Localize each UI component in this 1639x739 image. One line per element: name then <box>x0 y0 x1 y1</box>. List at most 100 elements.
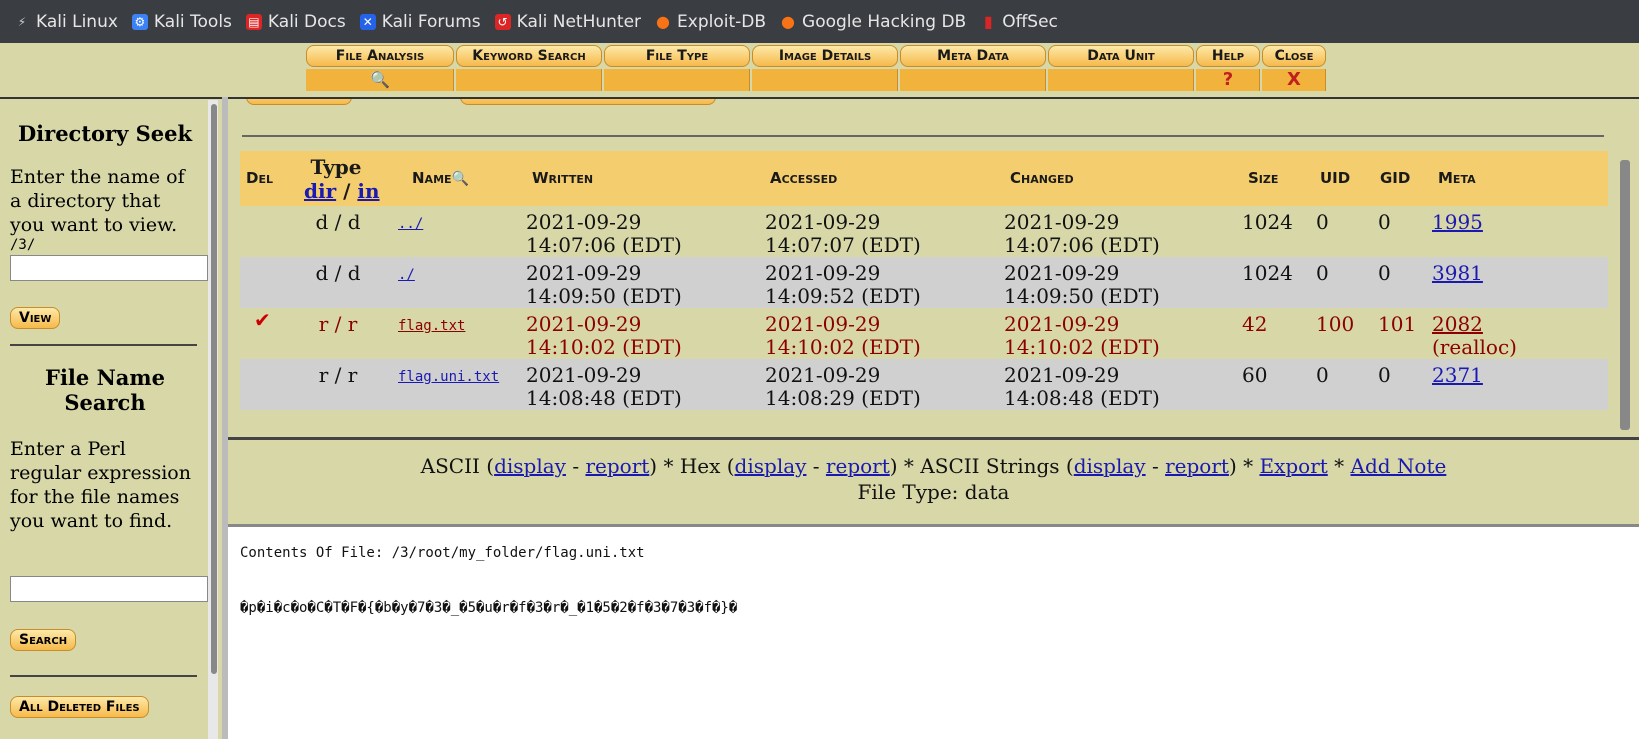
header-gid[interactable]: GID <box>1380 169 1410 187</box>
written-time: 14:07:06 (EDT) <box>526 233 682 257</box>
gid-cell: 101 <box>1378 312 1417 336</box>
bookmark-kali-nethunter[interactable]: ↺ Kali NetHunter <box>494 12 641 32</box>
file-name-search-input[interactable] <box>10 576 208 602</box>
tab-file-type[interactable]: File Type <box>604 45 750 91</box>
tab-data-unit[interactable]: Data Unit <box>1048 45 1194 91</box>
offsec-icon: ▮ <box>983 11 993 31</box>
separator: - <box>565 454 586 478</box>
written-time: 14:10:02 (EDT) <box>526 335 682 359</box>
hex-label: Hex ( <box>679 454 735 478</box>
tab-keyword-search[interactable]: Keyword Search <box>456 45 602 91</box>
sort-in-link[interactable]: in <box>357 179 379 203</box>
divider <box>10 344 197 346</box>
accessed-date: 2021-09-29 <box>765 261 881 285</box>
close-icon: X <box>1287 69 1301 90</box>
search-button[interactable]: Search <box>10 629 77 651</box>
separator: - <box>1145 454 1166 478</box>
all-deleted-files-button[interactable]: All Deleted Files <box>10 696 149 718</box>
ascii-strings-label: ASCII Strings ( <box>920 454 1074 478</box>
directory-input[interactable] <box>10 255 208 281</box>
tab-label: Help <box>1196 45 1260 67</box>
tab-label: File Type <box>604 45 750 67</box>
file-name-link[interactable]: ../ <box>398 212 423 236</box>
type-separator: / <box>343 179 351 203</box>
bookmark-kali-tools[interactable]: ⚙ Kali Tools <box>131 12 232 32</box>
changed-date: 2021-09-29 <box>1004 363 1120 387</box>
meta-link[interactable]: 2082 <box>1432 312 1483 336</box>
header-meta[interactable]: Meta <box>1438 169 1476 187</box>
header-name[interactable]: Name🔍 <box>412 169 469 187</box>
type-cell: d / d <box>315 261 361 285</box>
type-cell: d / d <box>315 210 361 234</box>
tab-image-details[interactable]: Image Details <box>752 45 898 91</box>
sort-dir-link[interactable]: dir <box>304 179 336 203</box>
deleted-checkmark-icon: ✔ <box>254 308 271 332</box>
hex-report-link[interactable]: report <box>826 454 890 478</box>
file-name-link[interactable]: flag.uni.txt <box>398 365 499 389</box>
divider <box>10 675 197 677</box>
add-note-button[interactable] <box>246 99 352 105</box>
tab-label: File Analysis <box>306 45 454 67</box>
meta-link[interactable]: 3981 <box>1432 261 1483 285</box>
sidebar-scrollbar-thumb[interactable] <box>211 104 217 674</box>
exploit-db-icon: ● <box>656 11 670 31</box>
header-written[interactable]: Written <box>532 169 593 187</box>
bookmark-label: Kali Linux <box>36 11 118 32</box>
size-cell: 1024 <box>1242 261 1293 285</box>
strings-report-link[interactable]: report <box>1165 454 1229 478</box>
changed-date: 2021-09-29 <box>1004 312 1120 336</box>
export-link[interactable]: Export <box>1259 454 1327 478</box>
tab-meta-data[interactable]: Meta Data <box>900 45 1046 91</box>
file-name-search-text: Enter a Perl regular expression for the … <box>10 438 191 532</box>
tab-close[interactable]: Close X <box>1262 45 1326 91</box>
type-cell: r / r <box>318 312 358 336</box>
bookmark-kali-forums[interactable]: ✕ Kali Forums <box>359 12 481 32</box>
meta-link[interactable]: 1995 <box>1432 210 1483 234</box>
bookmark-kali-linux[interactable]: ⚡ Kali Linux <box>14 12 118 32</box>
bookmark-offsec[interactable]: ▮ OffSec <box>980 12 1058 32</box>
bookmarks-bar: ⚡ Kali Linux ⚙ Kali Tools ▤ Kali Docs ✕ Kali… <box>0 0 1639 43</box>
add-note-link[interactable]: Add Note <box>1351 454 1447 478</box>
accessed-time: 14:07:07 (EDT) <box>765 233 921 257</box>
file-name-link[interactable]: ./ <box>398 263 415 287</box>
header-size[interactable]: Size <box>1248 169 1278 187</box>
written-time: 14:09:50 (EDT) <box>526 284 682 308</box>
gid-cell: 0 <box>1378 261 1391 285</box>
accessed-date: 2021-09-29 <box>765 363 881 387</box>
header-name-label: Name <box>412 169 452 187</box>
file-name-link[interactable]: flag.txt <box>398 314 465 338</box>
file-type-label: File Type: data <box>857 480 1010 504</box>
generate-md5-button[interactable] <box>460 99 716 105</box>
ascii-report-link[interactable]: report <box>585 454 649 478</box>
file-list-scrollbar-thumb[interactable] <box>1620 160 1630 430</box>
tab-file-analysis[interactable]: File Analysis 🔍 <box>306 45 454 91</box>
written-time: 14:08:48 (EDT) <box>526 386 682 410</box>
separator: ) * <box>889 454 921 478</box>
meta-note: (realloc) <box>1432 335 1517 359</box>
bookmark-exploit-db[interactable]: ● Exploit-DB <box>655 12 766 32</box>
strings-display-link[interactable]: display <box>1074 454 1146 478</box>
uid-cell: 100 <box>1316 312 1355 336</box>
view-button[interactable]: View <box>10 307 61 329</box>
ghdb-icon: ● <box>781 11 795 31</box>
kali-docs-icon: ▤ <box>245 13 262 30</box>
uid-cell: 0 <box>1316 210 1329 234</box>
header-changed[interactable]: Changed <box>1010 169 1074 187</box>
tab-label: Close <box>1262 45 1326 67</box>
header-uid[interactable]: UID <box>1320 169 1350 187</box>
hex-display-link[interactable]: display <box>735 454 807 478</box>
header-accessed[interactable]: Accessed <box>770 169 837 187</box>
magnifier-icon: 🔍 <box>451 171 469 187</box>
bookmark-ghdb[interactable]: ● Google Hacking DB <box>780 12 966 32</box>
header-type: Type <box>310 155 362 179</box>
bookmark-label: Kali Docs <box>267 11 346 32</box>
meta-link[interactable]: 2371 <box>1432 363 1483 387</box>
tab-help[interactable]: Help ? <box>1196 45 1260 91</box>
file-content-frame: Contents Of File: /3/root/my_folder/flag… <box>228 527 1639 739</box>
changed-date: 2021-09-29 <box>1004 261 1120 285</box>
changed-time: 14:09:50 (EDT) <box>1004 284 1160 308</box>
bookmark-kali-docs[interactable]: ▤ Kali Docs <box>245 11 346 32</box>
written-date: 2021-09-29 <box>526 312 642 336</box>
gid-cell: 0 <box>1378 210 1391 234</box>
ascii-display-link[interactable]: display <box>494 454 566 478</box>
